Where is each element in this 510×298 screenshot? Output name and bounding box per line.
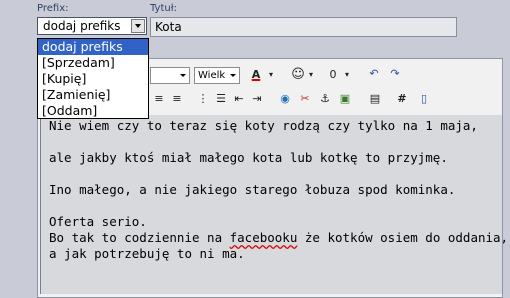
prefix-option[interactable]: [Kupię] — [38, 71, 148, 87]
content-line — [49, 198, 502, 214]
content-line: a jak potrzebuję to ni ma. — [49, 246, 245, 261]
size-select[interactable]: Wielk — [194, 67, 240, 84]
prefix-dropdown-list: dodaj prefiks [Sprzedam] [Kupię] [Zamien… — [37, 38, 149, 119]
outdent-icon[interactable]: ⇤ — [232, 92, 246, 106]
prefix-option[interactable]: [Sprzedam] — [38, 55, 148, 71]
document-icon[interactable]: ▯ — [417, 92, 431, 106]
redo-icon[interactable]: ↷ — [388, 67, 402, 81]
prefix-option[interactable]: [Zamienię] — [38, 87, 148, 103]
prefix-option[interactable]: dodaj prefiks — [38, 39, 148, 55]
content-line — [49, 166, 502, 182]
justify-icon[interactable]: ≡ — [170, 92, 184, 106]
bullet-list-icon[interactable]: ☰ — [214, 92, 228, 106]
anchor-icon[interactable]: ⚓ — [318, 92, 332, 106]
undo-icon[interactable]: ↶ — [367, 67, 381, 81]
chevron-down-icon[interactable]: ▾ — [340, 68, 354, 82]
content-line: Nie wiem czy to teraz się koty rodzą czy… — [49, 118, 478, 133]
font-color-icon[interactable]: A — [249, 68, 263, 82]
content-line — [49, 134, 502, 150]
chevron-down-icon — [229, 69, 238, 82]
title-label: Tytuł: — [150, 3, 177, 14]
content-text: Bo tak to codziennie na — [49, 230, 230, 245]
editor-content[interactable]: Nie wiem czy to teraz się koty rodzą czy… — [40, 115, 508, 294]
prefix-option[interactable]: [Oddam] — [38, 103, 148, 119]
link-icon[interactable]: ◉ — [278, 92, 292, 106]
content-line: Oferta serio. — [49, 214, 147, 229]
unlink-icon[interactable]: ✂ — [298, 92, 312, 106]
content-line: ale jakby ktoś miał małego kota lub kotk… — [49, 150, 448, 165]
prefix-select[interactable]: dodaj prefiks — [37, 17, 147, 35]
numbered-list-icon[interactable]: ⋮ — [196, 92, 210, 106]
title-input[interactable]: Kota — [150, 17, 457, 37]
smiley-icon[interactable]: ☺ — [291, 68, 305, 82]
special-char-icon[interactable]: 0 — [326, 68, 340, 82]
chevron-down-icon[interactable]: ▾ — [304, 68, 318, 82]
chevron-down-icon[interactable]: ▾ — [264, 68, 278, 82]
prefix-select-value: dodaj prefiks — [43, 19, 121, 33]
hash-icon[interactable]: # — [395, 92, 409, 106]
align-right-icon[interactable]: ≡ — [152, 92, 166, 106]
size-select-value: Wielk — [198, 70, 226, 81]
content-line: Ino małego, a nie jakiego starego łobuza… — [49, 182, 456, 197]
content-line: Bo tak to codziennie na facebooku że kot… — [49, 230, 508, 246]
font-select[interactable] — [150, 67, 190, 84]
image-icon[interactable]: ▣ — [338, 92, 352, 106]
prefix-label: Prefix: — [37, 3, 69, 14]
misspelled-word: facebooku — [229, 230, 298, 245]
chevron-down-icon[interactable] — [131, 19, 145, 33]
content-text: że kotków osiem do oddania, — [297, 230, 509, 245]
chevron-down-icon — [179, 69, 188, 82]
code-icon[interactable]: ▤ — [368, 92, 382, 106]
indent-icon[interactable]: ⇥ — [250, 92, 264, 106]
